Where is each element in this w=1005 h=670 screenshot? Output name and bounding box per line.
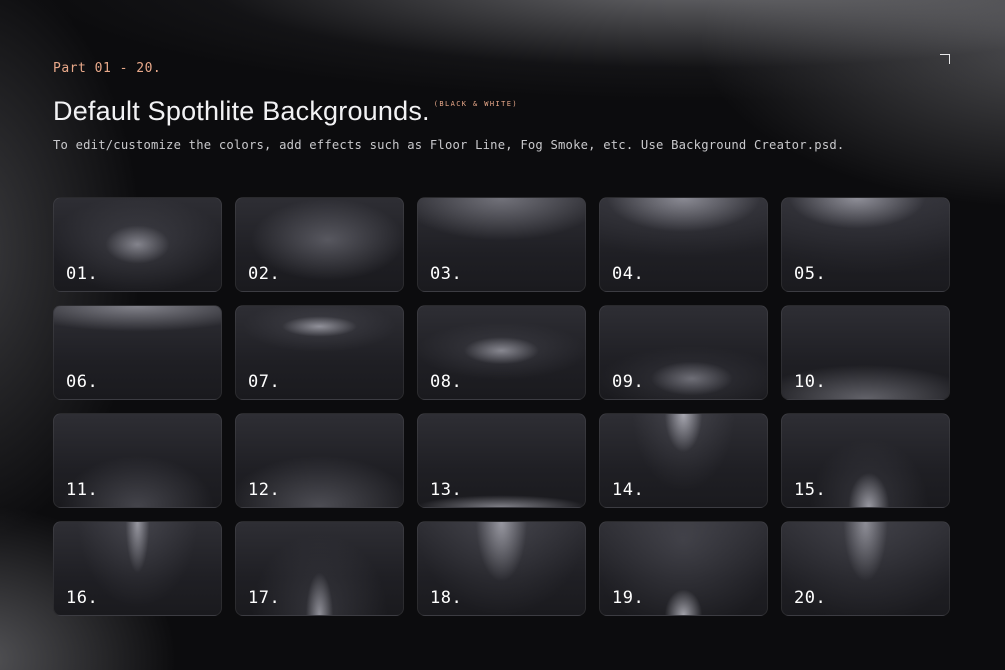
tile-number: 09. (612, 372, 645, 392)
tile-number: 14. (612, 480, 645, 500)
page: Part 01 - 20. Default Spothlite Backgrou… (0, 0, 1005, 670)
tile-number: 18. (430, 588, 463, 608)
tile-number: 20. (794, 588, 827, 608)
tile-number: 07. (248, 372, 281, 392)
background-tile-09[interactable]: 09. (599, 305, 768, 400)
background-tile-20[interactable]: 20. (781, 521, 950, 616)
background-tile-02[interactable]: 02. (235, 197, 404, 292)
background-tile-19[interactable]: 19. (599, 521, 768, 616)
background-tile-11[interactable]: 11. (53, 413, 222, 508)
tile-number: 19. (612, 588, 645, 608)
tile-number: 08. (430, 372, 463, 392)
background-tile-01[interactable]: 01. (53, 197, 222, 292)
tile-number: 16. (66, 588, 99, 608)
background-tile-14[interactable]: 14. (599, 413, 768, 508)
tile-number: 11. (66, 480, 99, 500)
page-title: Default Spothlite Backgrounds. (53, 96, 430, 126)
tile-number: 13. (430, 480, 463, 500)
background-tile-18[interactable]: 18. (417, 521, 586, 616)
background-tile-05[interactable]: 05. (781, 197, 950, 292)
corner-bracket-icon (940, 54, 950, 64)
background-tile-06[interactable]: 06. (53, 305, 222, 400)
background-tile-13[interactable]: 13. (417, 413, 586, 508)
background-tile-04[interactable]: 04. (599, 197, 768, 292)
background-tile-17[interactable]: 17. (235, 521, 404, 616)
title-row: Default Spothlite Backgrounds. (BLACK & W… (53, 96, 518, 127)
background-tile-12[interactable]: 12. (235, 413, 404, 508)
title-tag: (BLACK & WHITE) (433, 100, 518, 108)
background-tile-03[interactable]: 03. (417, 197, 586, 292)
tile-number: 03. (430, 264, 463, 284)
tile-number: 06. (66, 372, 99, 392)
page-subtitle: To edit/customize the colors, add effect… (53, 138, 845, 152)
tile-number: 15. (794, 480, 827, 500)
tile-number: 01. (66, 264, 99, 284)
background-grid: 01. 02. 03. 04. 05. 06. 07. 08. 09. 10. … (53, 197, 950, 616)
tile-number: 17. (248, 588, 281, 608)
tile-number: 04. (612, 264, 645, 284)
background-tile-15[interactable]: 15. (781, 413, 950, 508)
tile-number: 10. (794, 372, 827, 392)
background-tile-10[interactable]: 10. (781, 305, 950, 400)
background-tile-08[interactable]: 08. (417, 305, 586, 400)
tile-number: 12. (248, 480, 281, 500)
background-tile-16[interactable]: 16. (53, 521, 222, 616)
tile-number: 02. (248, 264, 281, 284)
background-tile-07[interactable]: 07. (235, 305, 404, 400)
tile-number: 05. (794, 264, 827, 284)
part-range-label: Part 01 - 20. (53, 61, 162, 76)
